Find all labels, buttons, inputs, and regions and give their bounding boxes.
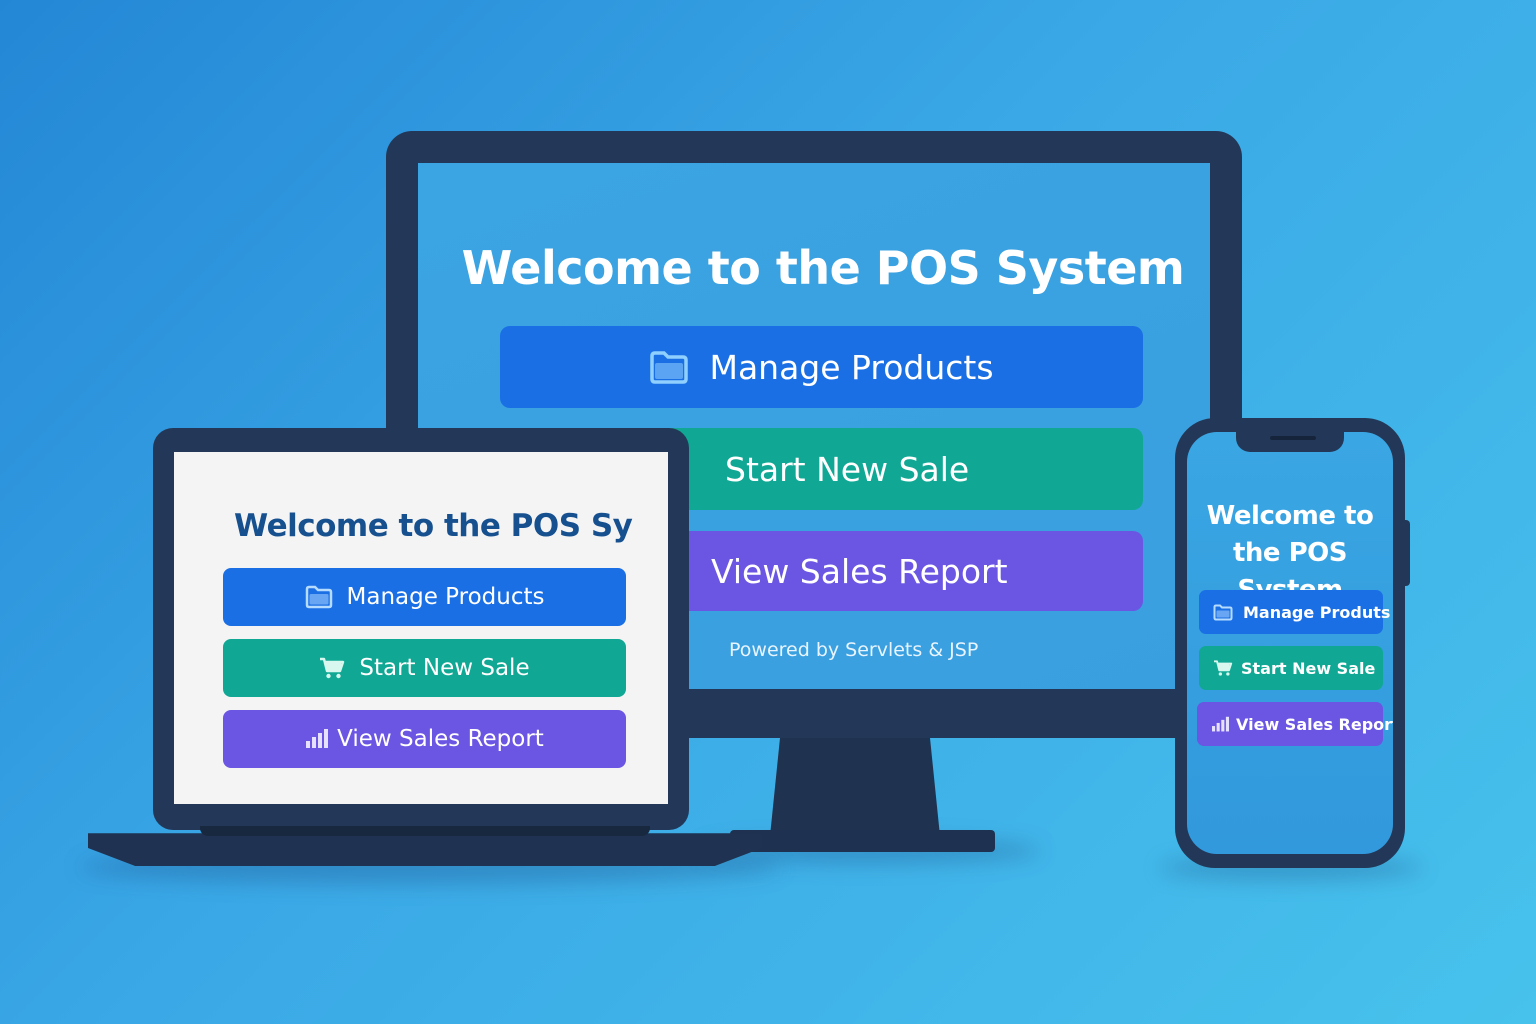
folder-icon	[305, 585, 333, 609]
phone-manage-products-label: Manage Produts	[1243, 602, 1391, 622]
folder-icon	[1213, 604, 1233, 621]
laptop-view-sales-report-button[interactable]: View Sales Report	[223, 710, 626, 768]
cart-icon	[319, 656, 345, 680]
monitor-page-title: Welcome to the POS System	[461, 241, 1185, 295]
bar-chart-icon	[1211, 716, 1230, 733]
monitor-manage-products-label: Manage Products	[709, 347, 994, 387]
phone-start-new-sale-label: Start New Sale	[1241, 658, 1376, 678]
phone-notch	[1236, 432, 1344, 452]
phone-screen: Welcome to the POS System Manage Produts…	[1187, 432, 1393, 854]
phone-manage-products-button[interactable]: Manage Produts	[1199, 590, 1390, 634]
folder-icon	[649, 350, 689, 384]
monitor-footer-text: Powered by Servlets & JSP	[729, 639, 979, 661]
monitor-start-new-sale-label: Start New Sale	[725, 449, 970, 489]
laptop-start-new-sale-label: Start New Sale	[359, 655, 530, 681]
cart-icon	[1213, 659, 1233, 677]
phone-view-sales-report-label: View Sales Report	[1236, 714, 1393, 734]
laptop-start-new-sale-button[interactable]: Start New Sale	[223, 639, 626, 697]
monitor-manage-products-button[interactable]: Manage Products	[500, 326, 1143, 408]
phone-speaker	[1270, 436, 1316, 440]
laptop-hinge	[200, 826, 650, 836]
laptop-view-sales-report-label: View Sales Report	[337, 726, 544, 752]
monitor-view-sales-report-label: View Sales Report	[711, 551, 1008, 591]
laptop-page-title: Welcome to the POS Sy	[234, 508, 633, 544]
monitor-stand-base	[730, 830, 995, 852]
phone-title-line-1: Welcome to	[1206, 501, 1374, 531]
phone-view-sales-report-button[interactable]: View Sales Report	[1197, 702, 1393, 746]
laptop-screen: Welcome to the POS Sy Manage Products St…	[174, 452, 668, 804]
laptop-manage-products-label: Manage Products	[346, 584, 545, 610]
monitor-stand-neck	[770, 736, 940, 836]
phone-start-new-sale-button[interactable]: Start New Sale	[1199, 646, 1383, 690]
laptop-manage-products-button[interactable]: Manage Products	[223, 568, 626, 626]
bar-chart-icon	[305, 728, 329, 750]
